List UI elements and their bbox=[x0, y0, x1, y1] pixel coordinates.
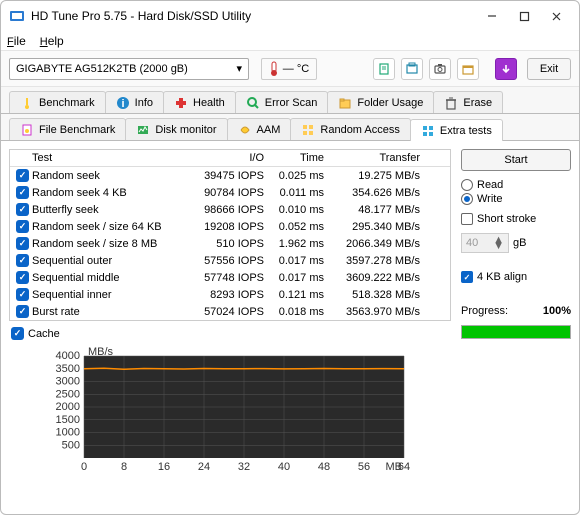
menu-file[interactable]: File bbox=[7, 34, 26, 48]
benchmark-icon bbox=[20, 96, 34, 110]
drive-select[interactable]: GIGABYTE AG512K2TB (2000 gB) ▾ bbox=[9, 58, 249, 80]
tab-health[interactable]: Health bbox=[163, 91, 236, 113]
table-row[interactable]: Sequential middle 57748 IOPS 0.017 ms 36… bbox=[10, 269, 450, 286]
thermometer-icon bbox=[269, 61, 279, 77]
results-table: Test I/O Time Transfer Random seek 39475… bbox=[9, 149, 451, 321]
transfer-chart: 5001000150020002500300035004000 0 8 16 24 32 4… bbox=[50, 346, 410, 476]
folder-usage-icon bbox=[338, 96, 352, 110]
short-stroke-value[interactable]: 40▲▼ bbox=[461, 233, 509, 253]
table-row[interactable]: Random seek / size 64 KB 19208 IOPS 0.05… bbox=[10, 218, 450, 235]
svg-text:24: 24 bbox=[198, 461, 210, 473]
read-radio[interactable] bbox=[461, 179, 473, 191]
toolbar: GIGABYTE AG512K2TB (2000 gB) ▾ — °C Exit bbox=[1, 51, 579, 87]
start-button[interactable]: Start bbox=[461, 149, 571, 171]
cache-checkbox[interactable] bbox=[11, 327, 24, 340]
tab-error-scan[interactable]: Error Scan bbox=[235, 91, 329, 113]
table-header: Test I/O Time Transfer bbox=[10, 150, 450, 167]
titlebar: HD Tune Pro 5.75 - Hard Disk/SSD Utility bbox=[1, 1, 579, 31]
window-title: HD Tune Pro 5.75 - Hard Disk/SSD Utility bbox=[31, 9, 485, 23]
maximize-button[interactable] bbox=[517, 9, 531, 23]
table-row[interactable]: Burst rate 57024 IOPS 0.018 ms 3563.970 … bbox=[10, 303, 450, 320]
menubar: File Help bbox=[1, 31, 579, 51]
table-row[interactable]: Random seek 4 KB 90784 IOPS 0.011 ms 354… bbox=[10, 184, 450, 201]
table-row[interactable]: Sequential outer 57556 IOPS 0.017 ms 359… bbox=[10, 252, 450, 269]
col-transfer: Transfer bbox=[328, 152, 424, 164]
svg-text:8: 8 bbox=[121, 461, 127, 473]
tab-row-1: BenchmarkiInfoHealthError ScanFolder Usa… bbox=[1, 87, 579, 114]
menu-help[interactable]: Help bbox=[40, 34, 64, 48]
exit-button[interactable]: Exit bbox=[527, 58, 571, 80]
col-time: Time bbox=[268, 152, 328, 164]
cache-checkbox-row: Cache bbox=[9, 327, 451, 340]
aam-icon bbox=[238, 123, 252, 137]
copy-info-button[interactable] bbox=[373, 58, 395, 80]
health-icon bbox=[174, 96, 188, 110]
progress-value: 100% bbox=[543, 305, 571, 317]
svg-text:40: 40 bbox=[278, 461, 290, 473]
svg-text:0: 0 bbox=[81, 461, 87, 473]
svg-text:48: 48 bbox=[318, 461, 330, 473]
temperature-value: — °C bbox=[283, 63, 309, 75]
svg-text:500: 500 bbox=[62, 439, 80, 451]
tab-benchmark[interactable]: Benchmark bbox=[9, 91, 106, 113]
file-benchmark-icon bbox=[20, 123, 34, 137]
options-button[interactable] bbox=[457, 58, 479, 80]
mode-radio-group: Read Write bbox=[461, 179, 571, 205]
tab-random-access[interactable]: Random Access bbox=[290, 118, 410, 140]
copy-screenshot-button[interactable] bbox=[401, 58, 423, 80]
cache-label: Cache bbox=[28, 328, 60, 340]
drive-selected: GIGABYTE AG512K2TB (2000 gB) bbox=[16, 63, 188, 75]
svg-text:2000: 2000 bbox=[56, 401, 80, 413]
tab-folder-usage[interactable]: Folder Usage bbox=[327, 91, 434, 113]
chevron-down-icon: ▾ bbox=[236, 62, 242, 75]
table-row[interactable]: Random seek 39475 IOPS 0.025 ms 19.275 M… bbox=[10, 167, 450, 184]
svg-text:32: 32 bbox=[238, 461, 250, 473]
svg-text:4000: 4000 bbox=[56, 350, 80, 362]
svg-text:i: i bbox=[121, 98, 124, 110]
temperature-display: — °C bbox=[261, 58, 317, 80]
minimize-button[interactable] bbox=[485, 9, 499, 23]
svg-text:MB: MB bbox=[386, 461, 403, 473]
tab-aam[interactable]: AAM bbox=[227, 118, 292, 140]
svg-text:MB/s: MB/s bbox=[88, 346, 114, 358]
tab-row-2: File BenchmarkDisk monitorAAMRandom Acce… bbox=[1, 114, 579, 141]
app-icon bbox=[9, 8, 25, 24]
col-test: Test bbox=[28, 152, 188, 164]
close-button[interactable] bbox=[549, 9, 563, 23]
table-row[interactable]: Random seek / size 8 MB 510 IOPS 1.962 m… bbox=[10, 235, 450, 252]
app-window: HD Tune Pro 5.75 - Hard Disk/SSD Utility… bbox=[0, 0, 580, 515]
svg-text:3500: 3500 bbox=[56, 363, 80, 375]
random-access-icon bbox=[301, 123, 315, 137]
align-checkbox[interactable] bbox=[461, 271, 473, 283]
svg-text:3000: 3000 bbox=[56, 376, 80, 388]
svg-text:2500: 2500 bbox=[56, 388, 80, 400]
tab-erase[interactable]: Erase bbox=[433, 91, 503, 113]
svg-text:16: 16 bbox=[158, 461, 170, 473]
svg-text:1500: 1500 bbox=[56, 414, 80, 426]
tab-extra-tests[interactable]: Extra tests bbox=[410, 119, 503, 141]
save-button[interactable] bbox=[495, 58, 517, 80]
short-stroke-checkbox[interactable] bbox=[461, 213, 473, 225]
tab-disk-monitor[interactable]: Disk monitor bbox=[125, 118, 227, 140]
table-row[interactable]: Sequential inner 8293 IOPS 0.121 ms 518.… bbox=[10, 286, 450, 303]
extra-tests-icon bbox=[421, 124, 435, 138]
col-io: I/O bbox=[188, 152, 268, 164]
info-icon: i bbox=[116, 96, 130, 110]
tab-info[interactable]: iInfo bbox=[105, 91, 164, 113]
side-panel: Start Read Write Short stroke 40▲▼ gB 4 … bbox=[461, 149, 571, 506]
error-scan-icon bbox=[246, 96, 260, 110]
svg-text:1000: 1000 bbox=[56, 427, 80, 439]
chart-area: 5001000150020002500300035004000 0 8 16 24 32 4… bbox=[9, 346, 451, 476]
progress-bar bbox=[461, 325, 571, 339]
erase-icon bbox=[444, 96, 458, 110]
svg-text:56: 56 bbox=[358, 461, 370, 473]
content-area: Test I/O Time Transfer Random seek 39475… bbox=[1, 141, 579, 514]
save-screenshot-button[interactable] bbox=[429, 58, 451, 80]
tab-file-benchmark[interactable]: File Benchmark bbox=[9, 118, 126, 140]
write-radio[interactable] bbox=[461, 193, 473, 205]
disk-monitor-icon bbox=[136, 123, 150, 137]
table-row[interactable]: Butterfly seek 98666 IOPS 0.010 ms 48.17… bbox=[10, 201, 450, 218]
